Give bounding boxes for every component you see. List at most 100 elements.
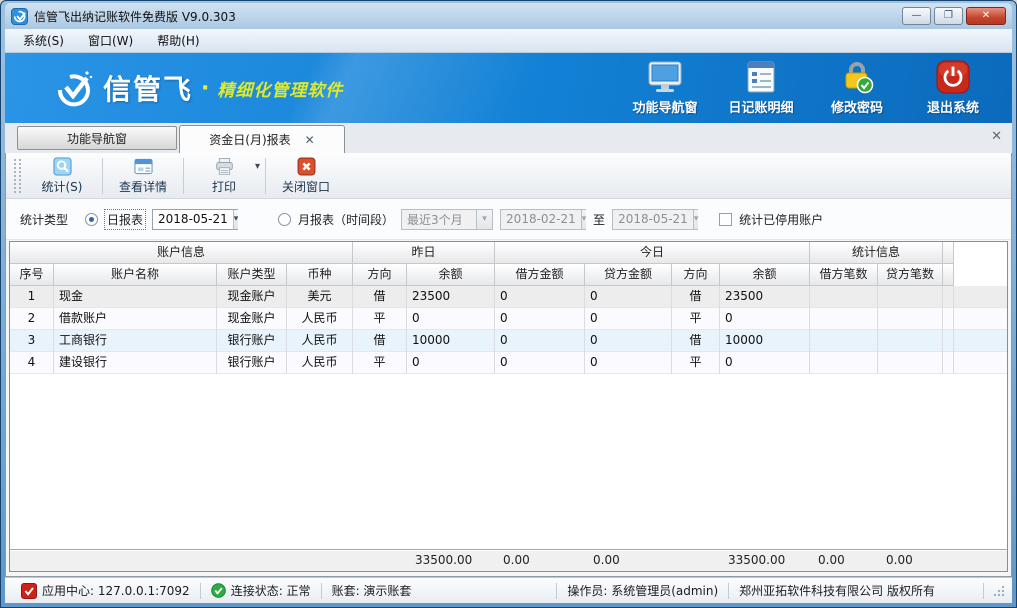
- maximize-button[interactable]: ❐: [934, 7, 963, 25]
- grid-row[interactable]: 3工商银行银行账户人民币借1000000借10000: [10, 330, 1007, 352]
- status-separator: [200, 583, 201, 599]
- grid-header-cell[interactable]: 余额: [407, 264, 495, 286]
- journal-icon: [743, 60, 779, 94]
- grid-summary-cell: [672, 550, 720, 572]
- brand-slogan: 精细化管理软件: [217, 76, 343, 101]
- status-separator: [983, 583, 984, 599]
- grid-cell: 平: [672, 308, 720, 330]
- grid-header-cell[interactable]: 序号: [10, 264, 54, 286]
- tab-label: 功能导航窗: [67, 130, 127, 147]
- grid-row[interactable]: 4建设银行银行账户人民币平000平0: [10, 352, 1007, 374]
- grid-cell: 10000: [407, 330, 495, 352]
- grid-header-cell[interactable]: 贷方金额: [585, 264, 672, 286]
- brand-logo: 信管飞 · 精细化管理软件: [51, 68, 343, 108]
- app-center-text: 应用中心: 127.0.0.1:7092: [42, 582, 190, 599]
- menu-help[interactable]: 帮助(H): [147, 30, 209, 51]
- grid-row[interactable]: 1现金现金账户美元借2350000借23500: [10, 286, 1007, 308]
- maximize-icon: ❐: [944, 11, 953, 21]
- monthly-preset-combo: 最近3个月 ▾: [401, 209, 493, 230]
- grid-summary-cell: 33500.00: [407, 550, 495, 572]
- resize-grip[interactable]: [992, 584, 1006, 598]
- grid-summary-row: 33500.000.000.0033500.000.000.00: [10, 549, 1007, 571]
- tab-strip: 功能导航窗 资金日(月)报表 ✕ ✕: [5, 123, 1012, 153]
- strip-close-icon[interactable]: ✕: [991, 130, 1002, 143]
- combo-arrow-icon[interactable]: ▾: [233, 210, 239, 229]
- view-details-button[interactable]: 查看详情: [106, 155, 180, 197]
- daily-radio[interactable]: [85, 213, 98, 226]
- grid-cell: 平: [353, 308, 407, 330]
- grid-header-row: 序号账户名称账户类型币种方向余额借方金额贷方金额方向余额借方笔数贷方笔数: [10, 264, 1007, 286]
- grid-header-cell[interactable]: 币种: [287, 264, 353, 286]
- grid-header-cell[interactable]: 余额: [720, 264, 810, 286]
- close-icon: ✕: [982, 11, 990, 21]
- grid-wrapper: 账户信息昨日今日统计信息序号账户名称账户类型币种方向余额借方金额贷方金额方向余额…: [6, 240, 1011, 576]
- grid-cell: 人民币: [287, 352, 353, 374]
- exit-system-button[interactable]: 退出系统: [912, 60, 994, 116]
- grid-cell: 0: [407, 308, 495, 330]
- grid-cell: 借: [672, 330, 720, 352]
- grid-header-cell[interactable]: 账户类型: [217, 264, 287, 286]
- toolbar-grip[interactable]: [14, 159, 21, 193]
- grid-cell: [878, 286, 943, 308]
- grid-summary-cell: 0.00: [878, 550, 943, 572]
- account-set-status: 账套: 演示账套: [326, 582, 418, 599]
- grid-cell: 现金: [54, 286, 217, 308]
- close-window-button[interactable]: 关闭窗口: [269, 155, 343, 197]
- filter-type-label: 统计类型: [20, 211, 68, 228]
- status-separator: [556, 583, 557, 599]
- nav-window-button[interactable]: 功能导航窗: [624, 60, 706, 116]
- grid-summary-cell: 0.00: [585, 550, 672, 572]
- tab-nav-window[interactable]: 功能导航窗: [17, 126, 177, 150]
- statistics-button[interactable]: 统计(S): [25, 155, 99, 197]
- daily-radio-label[interactable]: 日报表: [105, 210, 145, 229]
- minimize-icon: —: [912, 11, 922, 21]
- close-button[interactable]: ✕: [966, 7, 1006, 25]
- grid-cell: 0: [495, 330, 585, 352]
- grid-cell: 借款账户: [54, 308, 217, 330]
- to-date-combo: 2018-05-21 ▾: [612, 209, 698, 230]
- grid-cell: 0: [407, 352, 495, 374]
- print-button[interactable]: 打印: [187, 155, 261, 197]
- grid-cell-stub: [943, 308, 954, 330]
- grid-cell: 银行账户: [217, 330, 287, 352]
- toolbar-button-label: 查看详情: [119, 178, 167, 195]
- change-password-button[interactable]: 修改密码: [816, 60, 898, 116]
- grid-header-cell[interactable]: 方向: [672, 264, 720, 286]
- stopped-accounts-label[interactable]: 统计已停用账户: [739, 211, 823, 228]
- app-center-icon: [21, 583, 37, 599]
- grid-header-cell[interactable]: 借方笔数: [810, 264, 878, 286]
- monthly-preset-value: 最近3个月: [402, 211, 476, 228]
- monthly-radio-label[interactable]: 月报表（时间段）: [298, 211, 394, 228]
- grid-header-cell[interactable]: 账户名称: [54, 264, 217, 286]
- menu-system[interactable]: 系统(S): [13, 30, 74, 51]
- daily-date-combo[interactable]: 2018-05-21 ▾: [152, 209, 238, 230]
- banner-button-label: 功能导航窗: [632, 97, 697, 116]
- stopped-accounts-checkbox[interactable]: [719, 213, 732, 226]
- menu-window[interactable]: 窗口(W): [78, 30, 143, 51]
- banner-button-label: 日记账明细: [728, 97, 793, 116]
- grid-cell: 0: [585, 308, 672, 330]
- grid-cell: 0: [495, 308, 585, 330]
- grid-header-cell[interactable]: 方向: [353, 264, 407, 286]
- to-date-value: 2018-05-21: [613, 212, 693, 226]
- minimize-button[interactable]: —: [902, 7, 931, 25]
- print-dropdown-arrow[interactable]: ▾: [255, 161, 260, 172]
- printer-icon: [215, 157, 234, 176]
- grid-row[interactable]: 2借款账户现金账户人民币平000平0: [10, 308, 1007, 330]
- connection-ok-icon: [211, 583, 226, 598]
- journal-detail-button[interactable]: 日记账明细: [720, 60, 802, 116]
- grid-header-cell[interactable]: 贷方笔数: [878, 264, 943, 286]
- toolbar-separator: [183, 158, 184, 194]
- operator-status: 操作员: 系统管理员(admin): [561, 582, 724, 599]
- monthly-radio[interactable]: [278, 213, 291, 226]
- tab-close-icon[interactable]: ✕: [305, 134, 315, 146]
- monitor-icon: [647, 60, 683, 94]
- grid-cell: 建设银行: [54, 352, 217, 374]
- grid-cell-stub: [943, 352, 954, 374]
- grid-cell-stub: [943, 286, 954, 308]
- grid-cell: 0: [720, 352, 810, 374]
- tab-fund-report[interactable]: 资金日(月)报表 ✕: [179, 125, 345, 153]
- grid-cell: 美元: [287, 286, 353, 308]
- grid-cell: [878, 330, 943, 352]
- grid-header-cell[interactable]: 借方金额: [495, 264, 585, 286]
